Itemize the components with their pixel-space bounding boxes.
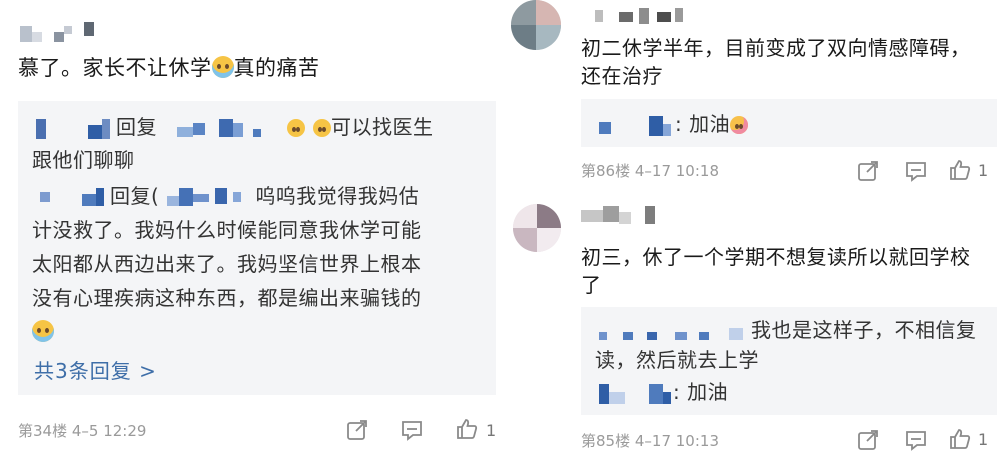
reply-tag: 回复( <box>110 184 160 208</box>
floor-time-meta: 第34楼 4–5 12:29 <box>18 422 147 440</box>
kiss-emoji-icon <box>730 116 749 134</box>
blurred-username[interactable] <box>581 6 691 26</box>
blurred-username[interactable] <box>159 187 255 208</box>
reply-box: 我也是这样子，不相信复 读，然后就去上学 : 加油 <box>581 307 997 415</box>
like-icon[interactable] <box>455 417 479 441</box>
blurred-username[interactable] <box>20 22 110 44</box>
comment-icon[interactable] <box>904 159 928 183</box>
comment-card-floor-34: 慕了。家长不让休学 真的痛苦 回复 可以找医生 跟他们聊聊 回复(呜呜我觉得我… <box>0 0 500 453</box>
comment-column: 初二休学半年，目前变成了双向情感障碍， 还在治疗 : 加油 第86楼 4–17 … <box>507 0 1000 453</box>
more-replies-link[interactable]: 共3条回复 > <box>34 357 157 385</box>
like-icon[interactable] <box>948 158 972 182</box>
blurred-username[interactable] <box>581 206 671 226</box>
reply-item[interactable]: : 加油 <box>595 107 749 141</box>
comment-text-line: 还在治疗 <box>581 64 663 88</box>
blurred-username[interactable] <box>595 322 751 342</box>
avatar[interactable] <box>513 204 561 252</box>
floor-time-meta: 第86楼 4–17 10:18 <box>581 162 719 180</box>
like-count: 1 <box>978 161 989 180</box>
comment-text-line: 了 <box>581 273 602 297</box>
reply-text-line: 太阳都从西边出来了。我妈坚信世界上根本 <box>32 252 422 276</box>
shrug-emoji-icon <box>313 119 331 137</box>
reply-box: 回复 可以找医生 跟他们聊聊 回复( 呜呜我觉得我妈估 计没救了。我妈什么时候能… <box>18 101 496 395</box>
comment-icon[interactable] <box>904 428 928 452</box>
reply-text-line: 没有心理疾病这种东西，都是编出来骗钱的 <box>32 286 422 310</box>
shrug-emoji-icon <box>287 119 305 137</box>
reply-item[interactable]: : 加油 <box>595 375 728 409</box>
comment-text-line: 初三，休了一个学期不想复读所以就回学校 <box>581 245 971 269</box>
like-count: 1 <box>486 421 497 440</box>
share-icon[interactable] <box>856 428 880 452</box>
comment-text: 慕了。家长不让休学 真的痛苦 <box>18 56 320 80</box>
avatar[interactable] <box>511 0 561 50</box>
reply-item[interactable]: 我也是这样子，不相信复 <box>595 313 977 347</box>
reply-item[interactable]: 回复( 呜呜我觉得我妈估 <box>32 179 419 213</box>
reply-text-line: 读，然后就去上学 <box>595 348 759 372</box>
reply-box: : 加油 <box>581 99 997 147</box>
comment-icon[interactable] <box>400 418 424 442</box>
floor-time-meta: 第85楼 4–17 10:13 <box>581 432 719 450</box>
reply-text-line: 跟他们聊聊 <box>32 148 135 172</box>
blurred-username[interactable] <box>595 383 673 404</box>
like-icon[interactable] <box>948 427 972 451</box>
reply-emoji-line <box>32 315 54 349</box>
share-icon[interactable] <box>856 159 880 183</box>
share-icon[interactable] <box>345 418 369 442</box>
crying-emoji-icon <box>211 56 234 78</box>
reply-text-line: 计没救了。我妈什么时候能同意我休学可能 <box>32 218 422 242</box>
blurred-username[interactable] <box>157 118 287 139</box>
blurred-username[interactable] <box>32 187 110 208</box>
like-count: 1 <box>978 430 989 449</box>
blurred-username[interactable] <box>595 115 675 136</box>
crying-emoji-icon <box>32 320 54 342</box>
reply-item[interactable]: 回复 可以找医生 <box>32 110 434 144</box>
reply-tag: 回复 <box>116 115 157 139</box>
blurred-username[interactable] <box>32 118 116 139</box>
